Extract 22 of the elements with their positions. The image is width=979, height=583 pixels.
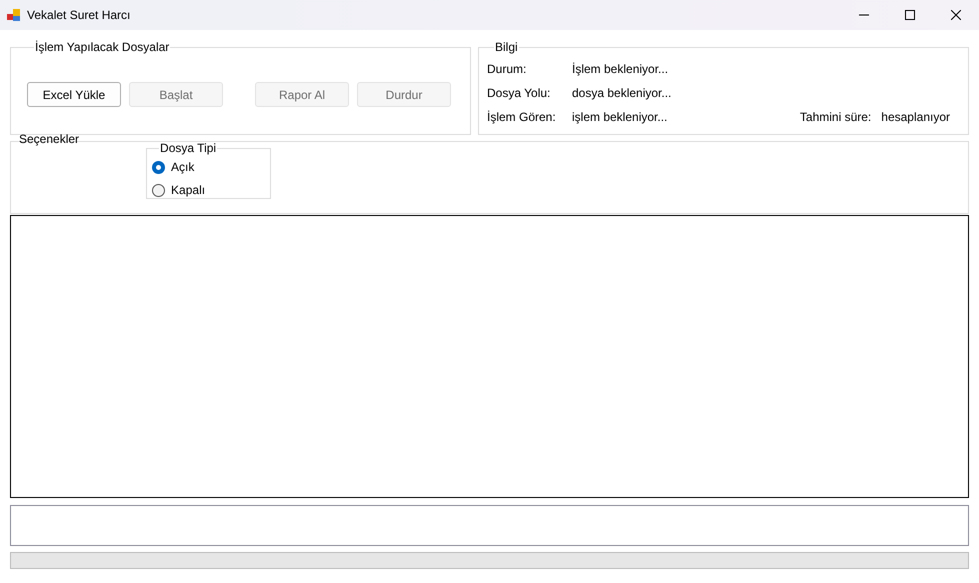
- info-label: İşlem Gören:: [487, 109, 557, 126]
- radio-label: Kapalı: [171, 182, 206, 199]
- text-area[interactable]: [10, 505, 969, 546]
- action-button[interactable]: Excel Yükle: [27, 82, 121, 107]
- info-label: Tahmini süre:: [800, 109, 872, 126]
- info-value: hesaplanıyor: [881, 109, 950, 126]
- group-title: Bilgi: [494, 39, 519, 56]
- radio-button[interactable]: [152, 184, 166, 196]
- maximize-icon: [905, 10, 915, 20]
- info-label: Durum:: [487, 61, 528, 78]
- radio-button[interactable]: [152, 160, 166, 174]
- info-label: Dosya Yolu:: [487, 85, 552, 102]
- window-title: Vekalet Suret Harcı: [27, 7, 130, 24]
- radio-label: Açık: [171, 159, 194, 176]
- group-title: Dosya Tipi: [159, 140, 218, 157]
- close-icon: [951, 10, 961, 20]
- app-icon: [7, 8, 21, 22]
- group-title: İşlem Yapılacak Dosyalar: [34, 39, 170, 56]
- info-value: dosya bekleniyor...: [572, 85, 672, 102]
- group-title: Seçenekler: [18, 131, 80, 148]
- info-value: işlem bekleniyor...: [572, 109, 668, 126]
- info-value: İşlem bekleniyor...: [572, 61, 668, 78]
